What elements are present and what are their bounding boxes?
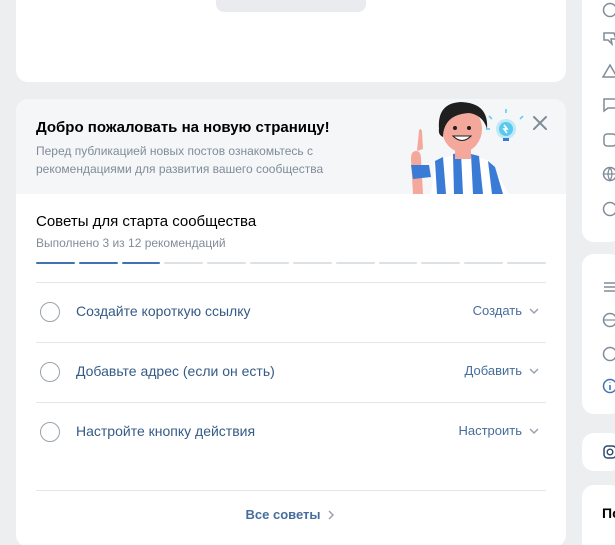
help-icon[interactable] [602,346,615,362]
progress-segment [121,262,161,264]
banner-title: Добро пожаловать на новую страницу! [36,119,330,136]
progress-segment [36,262,75,264]
task-short-link[interactable]: Создайте короткую ссылку Создать [36,282,546,342]
progress-segment [292,262,332,264]
task-action-button[interactable]: Настройте кнопку действия Настроить [36,402,546,490]
thumb-down-icon[interactable] [602,30,615,46]
progress-segment [464,262,504,264]
comment-icon[interactable] [602,97,615,113]
chevron-right-icon [328,509,335,520]
progress-title: Советы для старта сообщества [36,213,257,230]
task-action-label: Настроить [458,423,522,438]
copyright-icon[interactable] [602,201,615,217]
progress-segment [378,262,418,264]
task-address[interactable]: Добавьте адрес (если он есть) Добавить [36,342,546,402]
previous-card [16,0,566,82]
right-info-card [582,254,615,414]
list-icon[interactable] [602,279,615,295]
info-icon[interactable] [602,2,615,18]
right-menu-card [582,0,615,242]
community-tips-card: Добро пожаловать на новую страницу! Пере… [16,99,566,545]
partial-heading: По [602,505,615,521]
task-action-add[interactable]: Добавить [465,363,540,378]
waving-person-illustration [411,102,524,194]
right-social-card [582,433,615,471]
previous-card-button[interactable] [216,0,366,12]
progress-segment [78,262,118,264]
task-radio[interactable] [40,362,60,382]
welcome-banner: Добро пожаловать на новую страницу! Пере… [16,99,566,194]
globe-icon[interactable] [602,166,615,182]
task-action-label: Создать [472,303,522,318]
task-label: Создайте короткую ссылку [76,303,251,319]
progress-subtitle: Выполнено 3 из 12 рекомендаций [36,236,226,250]
right-partial-card: По [582,485,615,545]
task-radio[interactable] [40,302,60,322]
progress-segment [335,262,375,264]
progress-segment [207,262,247,264]
progress-segment [507,262,546,264]
task-label: Добавьте адрес (если он есть) [76,363,275,379]
checkbox-icon[interactable] [602,132,615,148]
globe-icon[interactable] [602,312,615,328]
progress-bar [36,262,546,265]
task-label: Настройте кнопку действия [76,423,256,439]
all-tips-link[interactable]: Все советы [36,490,546,538]
chevron-down-icon [529,367,539,374]
progress-segment [421,262,461,264]
task-action-setup[interactable]: Настроить [458,423,540,438]
info-circle-icon[interactable] [602,378,615,394]
close-icon[interactable] [530,113,550,133]
task-radio[interactable] [40,422,60,442]
task-action-create[interactable]: Создать [473,303,540,318]
warning-icon[interactable] [602,63,615,79]
chevron-down-icon [529,307,539,314]
all-tips-label: Все советы [245,507,321,522]
progress-segment [250,262,289,264]
task-action-label: Добавить [464,363,522,378]
progress-segment [164,262,204,264]
instagram-icon[interactable] [602,444,615,460]
banner-description: Перед публикацией новых постов ознакомьт… [36,144,324,176]
chevron-down-icon [529,427,539,434]
